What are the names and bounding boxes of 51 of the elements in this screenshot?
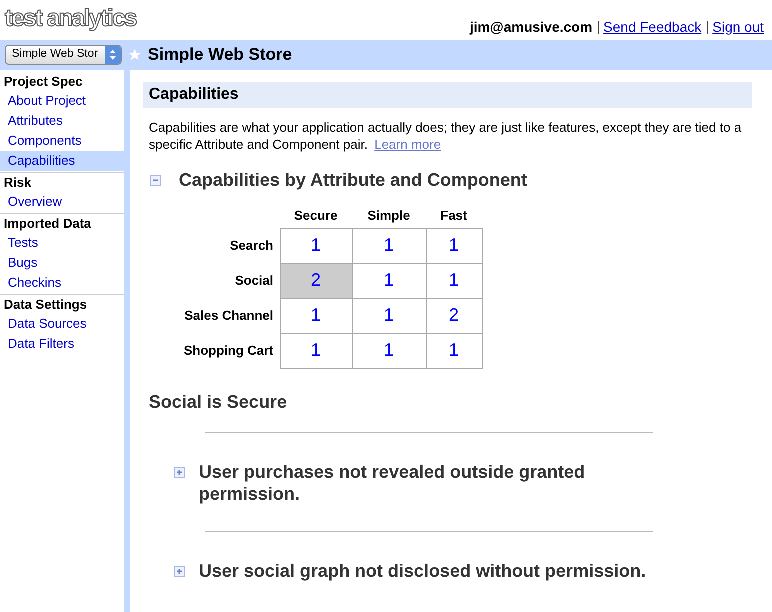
row-header: Search — [230, 238, 274, 253]
row-header: Social — [235, 272, 274, 288]
sidebar-item[interactable]: Overview — [0, 192, 124, 212]
sidebar-item[interactable]: Capabilities — [0, 151, 124, 171]
matrix-cell[interactable]: 2 — [280, 263, 352, 298]
capability-text: User social graph not disclosed without permission. — [199, 560, 646, 582]
page-title: Capabilities — [149, 85, 239, 105]
matrix-cell[interactable]: 1 — [280, 333, 352, 368]
learn-more-link[interactable]: Learn more — [374, 137, 442, 152]
sidebar-heading: Project Spec — [3, 73, 84, 91]
column-header: Simple — [368, 208, 410, 223]
project-selector[interactable]: Simple Web Stor — [5, 45, 122, 65]
collapse-icon[interactable] — [150, 175, 161, 186]
expand-icon[interactable] — [174, 466, 185, 478]
section-title: Capabilities by Attribute and Component — [179, 169, 528, 192]
matrix-cell[interactable]: 1 — [280, 228, 352, 263]
matrix-cell[interactable]: 1 — [426, 228, 482, 263]
matrix-cell[interactable]: 1 — [426, 263, 482, 298]
matrix-cell[interactable]: 1 — [352, 298, 426, 333]
sidebar-item[interactable]: Data Sources — [0, 314, 124, 334]
sidebar-item[interactable]: About Project — [0, 91, 124, 111]
matrix-cell[interactable]: 1 — [426, 333, 482, 368]
project-title: Simple Web Store — [148, 44, 292, 66]
sidebar-item[interactable]: Attributes — [0, 111, 124, 131]
row-header: Shopping Cart — [184, 342, 274, 358]
matrix-cell[interactable]: 1 — [352, 333, 426, 368]
selection-title: Social is Secure — [148, 390, 288, 414]
sidebar-item[interactable]: Data Filters — [0, 334, 124, 354]
matrix-cell[interactable]: 1 — [280, 298, 352, 333]
sidebar-item[interactable]: Tests — [0, 233, 124, 253]
sidebar-heading: Risk — [3, 174, 32, 192]
spinner-icon — [105, 46, 121, 64]
column-header: Fast — [440, 208, 468, 223]
sidebar-heading: Data Settings — [3, 296, 88, 314]
expand-icon[interactable] — [174, 566, 185, 576]
matrix-cell[interactable]: 2 — [426, 298, 482, 333]
sidebar-item[interactable]: Checkins — [0, 273, 124, 293]
column-header: Secure — [294, 208, 338, 223]
header-link[interactable]: Sign out — [712, 17, 764, 38]
user-email: jim@amusive.com — [470, 18, 593, 37]
sidebar-item[interactable]: Components — [0, 131, 124, 151]
star-icon[interactable] — [128, 48, 142, 62]
matrix-cell[interactable]: 1 — [352, 228, 426, 263]
row-header: Sales Channel — [184, 308, 274, 323]
header-link[interactable]: Send Feedback — [604, 17, 702, 38]
sidebar-item[interactable]: Bugs — [0, 253, 124, 273]
logo: test analytics — [5, 5, 136, 33]
matrix-cell[interactable]: 1 — [352, 263, 426, 298]
description: Capabilities are what your application actually does; they are just like features, except they are tied to a specific Attribute and Component pair. Learn more — [148, 119, 743, 153]
sidebar-heading: Imported Data — [3, 215, 92, 233]
capability-text: User purchases not revealed outside granted permission. — [199, 460, 586, 504]
